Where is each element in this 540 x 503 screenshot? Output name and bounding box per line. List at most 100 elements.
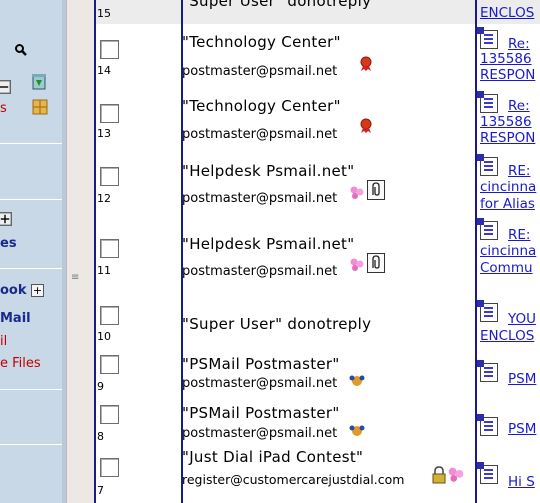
table-row[interactable]: 9 "PSMail Postmaster" postmaster@psmail.… (95, 350, 540, 400)
select-checkbox[interactable] (100, 167, 119, 186)
folder-sidebar: s es ook + Mail il e Files (0, 0, 66, 503)
sidebar-item-label: e Files (0, 356, 41, 371)
sender-email: postmaster@psmail.net (182, 191, 338, 206)
subject-link[interactable]: Commu (480, 260, 533, 277)
sidebar-item-1[interactable]: s (0, 101, 7, 116)
row-number: 8 (97, 430, 104, 443)
subject-link[interactable]: RE: (508, 163, 530, 180)
subject-link[interactable]: YOU (508, 311, 536, 328)
flowers-icon (350, 258, 364, 271)
grid-folder-icon[interactable] (32, 99, 48, 115)
subject-link[interactable]: RESPON (480, 67, 535, 84)
sender-name: "Helpdesk Psmail.net" (182, 162, 355, 180)
sender-name: "Super User" donotreply (182, 0, 372, 10)
table-row[interactable]: 11 "Helpdesk Psmail.net" postmaster@psma… (95, 218, 540, 294)
table-row[interactable]: 7 "Just Dial iPad Contest" register@cust… (95, 448, 540, 503)
subject-link[interactable]: cincinna (480, 243, 536, 260)
row-number: 7 (97, 484, 104, 497)
flowers-icon (350, 186, 364, 199)
row-number: 11 (97, 264, 111, 277)
subject-link[interactable]: ENCLOS (480, 5, 534, 22)
table-row[interactable]: 14 "Technology Center" postmaster@psmail… (95, 24, 540, 88)
subject-link[interactable]: Hi S (508, 474, 535, 491)
flowers-icon (448, 467, 464, 482)
search-icon[interactable] (14, 43, 28, 57)
message-icon[interactable] (477, 218, 498, 240)
message-icon[interactable] (477, 462, 498, 484)
row-number: 14 (97, 64, 111, 77)
subject-link[interactable]: 135586 (480, 114, 532, 131)
subject-link[interactable]: for Alias (480, 196, 535, 213)
sidebar-item-label: il (0, 334, 8, 349)
sender-name: "Helpdesk Psmail.net" (182, 235, 355, 253)
message-icon[interactable] (477, 300, 498, 322)
table-row[interactable]: 8 "PSMail Postmaster" postmaster@psmail.… (95, 400, 540, 448)
table-row[interactable]: 10 "Super User" donotreply YOU ENCLOS (95, 294, 540, 350)
sender-name: "Technology Center" (182, 97, 341, 115)
select-checkbox[interactable] (100, 40, 119, 59)
message-icon[interactable] (477, 154, 498, 176)
lock-icon (432, 466, 446, 484)
sender-email: postmaster@psmail.net (182, 426, 338, 441)
table-row[interactable]: 15 "Super User" donotreply ENCLOS (95, 0, 540, 24)
sidebar-divider (0, 268, 62, 269)
message-icon[interactable] (477, 91, 498, 113)
sidebar-item-label: ook (0, 283, 27, 298)
table-row[interactable]: 13 "Technology Center" postmaster@psmail… (95, 88, 540, 152)
subject-link[interactable]: cincinna (480, 179, 536, 196)
sidebar-item-mail[interactable]: Mail (0, 311, 31, 326)
award-icon (360, 56, 372, 71)
select-checkbox[interactable] (100, 355, 119, 374)
sidebar-divider (0, 444, 62, 445)
row-number: 10 (97, 330, 111, 343)
expand-icon[interactable] (0, 80, 11, 94)
people-icon (349, 425, 365, 436)
people-icon (349, 375, 365, 386)
sidebar-item-2[interactable]: es (0, 236, 17, 251)
table-row[interactable]: 12 "Helpdesk Psmail.net" postmaster@psma… (95, 152, 540, 222)
attachment-icon (367, 180, 385, 200)
sidebar-divider (0, 389, 62, 390)
expand-button[interactable]: + (31, 284, 44, 297)
sidebar-item-label: Mail (0, 311, 31, 326)
sender-email: postmaster@psmail.net (182, 64, 338, 79)
subject-link[interactable]: PSM (508, 421, 536, 438)
select-checkbox[interactable] (100, 306, 119, 325)
award-icon (360, 118, 372, 133)
select-checkbox[interactable] (100, 405, 119, 424)
attachment-icon (367, 253, 385, 273)
select-checkbox[interactable] (100, 239, 119, 258)
subject-link[interactable]: Re: (508, 98, 530, 115)
row-number: 9 (97, 380, 104, 393)
message-icon[interactable] (477, 414, 498, 436)
select-checkbox[interactable] (100, 104, 119, 123)
splitter-grip-icon[interactable]: ≡ (71, 272, 79, 283)
subject-link[interactable]: 135586 (480, 51, 532, 68)
select-checkbox[interactable] (100, 458, 119, 477)
sidebar-item-addressbook[interactable]: ook (0, 283, 27, 298)
subject-link[interactable]: ENCLOS (480, 328, 534, 345)
sidebar-item-files[interactable]: e Files (0, 356, 41, 371)
pane-splitter[interactable]: ≡ (66, 0, 95, 503)
row-number: 12 (97, 192, 111, 205)
sidebar-divider (0, 143, 62, 144)
sender-email: postmaster@psmail.net (182, 127, 338, 142)
sender-name: "Technology Center" (182, 33, 341, 51)
sidebar-item-3[interactable]: il (0, 334, 7, 349)
sidebar-divider (0, 199, 62, 200)
sidebar-item-label: s (0, 101, 7, 116)
row-number: 13 (97, 127, 111, 140)
sender-email: register@customercarejustdial.com (182, 472, 405, 487)
sender-name: "PSMail Postmaster" (182, 355, 340, 373)
sender-name: "Super User" donotreply (182, 315, 372, 333)
subject-link[interactable]: RE: (508, 227, 530, 244)
subject-link[interactable]: PSM (508, 371, 536, 388)
message-icon[interactable] (477, 27, 498, 49)
sender-name: "PSMail Postmaster" (182, 404, 340, 422)
expand-icon[interactable] (0, 212, 12, 226)
subject-link[interactable]: RESPON (480, 130, 535, 147)
row-number: 15 (97, 7, 111, 20)
recycle-bin-icon[interactable] (30, 72, 48, 90)
sender-email: postmaster@psmail.net (182, 264, 338, 279)
message-icon[interactable] (477, 360, 498, 382)
